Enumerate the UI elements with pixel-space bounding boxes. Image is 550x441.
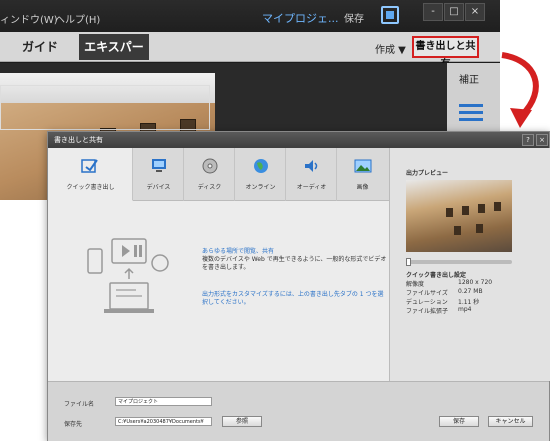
- dialog-close-button[interactable]: ×: [536, 134, 548, 146]
- export-share-dialog: 書き出しと共有 ? × クイック書き出し デバイス ディスク オンライン オーデ…: [47, 131, 550, 441]
- save-in-field[interactable]: C:¥Users¥a2030487¥Documents¥: [115, 417, 212, 426]
- help-button[interactable]: ?: [522, 134, 534, 146]
- tab-label: デバイス: [146, 184, 171, 191]
- adjust-label[interactable]: 補正: [459, 71, 479, 86]
- monitor-icon[interactable]: [381, 6, 399, 24]
- maximize-button[interactable]: □: [444, 3, 464, 21]
- create-menu[interactable]: 作成 ▼: [375, 41, 406, 56]
- menu-window[interactable]: ィンドウ(W): [0, 11, 58, 26]
- image-icon: [354, 159, 372, 173]
- tab-guide[interactable]: ガイド: [22, 38, 58, 55]
- setting-value: 1.11 秒: [458, 299, 480, 306]
- browse-button[interactable]: 参照: [222, 416, 262, 427]
- description-text: 複数のデバイスや Web で再生できるように、一般的な形式でビデオを書き出します…: [202, 256, 387, 271]
- setting-value: 1280 x 720: [458, 279, 493, 286]
- preview-scrubber[interactable]: [406, 260, 512, 264]
- tab-image[interactable]: 画像: [337, 148, 388, 201]
- quick-export-icon: [81, 159, 98, 173]
- setting-label: ファイルサイズ: [406, 290, 448, 297]
- scrubber-handle[interactable]: [406, 258, 411, 266]
- mode-toolbar: ガイド エキスパート 作成 ▼ 書き出しと共有: [0, 32, 500, 80]
- save-button[interactable]: 保存: [439, 416, 479, 427]
- cancel-button[interactable]: キャンセル: [488, 416, 533, 427]
- tab-devices[interactable]: デバイス: [133, 148, 184, 201]
- setting-value: 0.27 MB: [458, 288, 483, 295]
- tab-disc[interactable]: ディスク: [184, 148, 235, 201]
- devices-icon: [152, 159, 166, 172]
- red-arrow-icon: [501, 52, 539, 128]
- save-menu-button[interactable]: 保存: [344, 10, 364, 25]
- quick-export-settings-title: クイック書き出し設定: [406, 272, 467, 279]
- share-everywhere-link[interactable]: あらゆる場所で閲覧、共有: [202, 246, 274, 255]
- output-preview-title: 出力プレビュー: [406, 170, 449, 177]
- tab-label: クイック書き出し: [66, 184, 115, 191]
- minimize-button[interactable]: -: [423, 3, 443, 21]
- setting-label: 解像度: [406, 281, 425, 288]
- setting-value: mp4: [458, 306, 472, 313]
- safe-area-guide: [0, 85, 210, 130]
- close-window-button[interactable]: ×: [465, 3, 485, 21]
- destination-tabs: クイック書き出し デバイス ディスク オンライン オーディオ 画像: [48, 148, 389, 201]
- output-preview-panel: 出力プレビュー クイック書き出し設定 解像度 1280 x 720 ファイルサイ…: [389, 148, 550, 381]
- setting-label: ファイル拡張子: [406, 308, 449, 315]
- tab-label: ディスク: [197, 184, 222, 191]
- globe-icon: [254, 159, 268, 173]
- dialog-footer: ファイル名 マイプロジェクト 保存先 C:¥Users¥a2030487¥Doc…: [48, 381, 549, 441]
- tab-expert[interactable]: エキスパート: [79, 34, 149, 80]
- filename-field[interactable]: マイプロジェクト: [115, 397, 212, 406]
- tab-quick-export[interactable]: クイック書き出し: [48, 148, 133, 201]
- tab-online[interactable]: オンライン: [235, 148, 286, 201]
- tab-audio[interactable]: オーディオ: [286, 148, 337, 201]
- tab-label: オンライン: [245, 184, 276, 191]
- export-share-button[interactable]: 書き出しと共有: [412, 36, 479, 70]
- dialog-title: 書き出しと共有: [48, 132, 549, 148]
- speaker-icon: [305, 160, 318, 172]
- menu-bar: ィンドウ(W) ヘルプ(H) マイプロジェ... 保存 - □ ×: [0, 0, 500, 32]
- tab-label: オーディオ: [296, 184, 327, 191]
- menu-help[interactable]: ヘルプ(H): [55, 11, 100, 26]
- save-in-label: 保存先: [64, 421, 83, 428]
- customize-hint-link[interactable]: 出力形式をカスタマイズするには、上の書き出し先タブの 1 つを選択してください。: [202, 291, 388, 307]
- quick-export-content: あらゆる場所で閲覧、共有 複数のデバイスや Web で再生できるように、一般的な…: [48, 201, 389, 381]
- tab-label: 画像: [356, 184, 369, 191]
- sliders-icon[interactable]: [459, 101, 483, 121]
- disc-icon: [202, 158, 218, 174]
- setting-label: デュレーション: [406, 299, 448, 306]
- project-name: マイプロジェ...: [262, 12, 339, 25]
- output-preview-image: [406, 180, 512, 252]
- devices-illustration-icon: [87, 238, 169, 313]
- filename-label: ファイル名: [64, 401, 95, 408]
